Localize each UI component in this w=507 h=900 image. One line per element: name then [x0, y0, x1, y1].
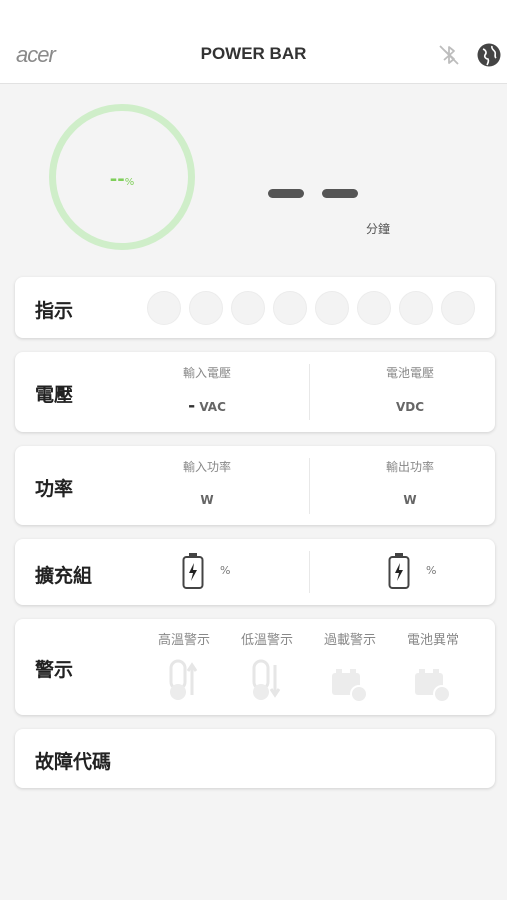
divider — [309, 551, 310, 593]
fault-code-card[interactable]: 故障代碼 — [15, 729, 495, 788]
fault-code-label: 故障代碼 — [35, 751, 112, 773]
expansion-card: 擴充組 % % — [15, 539, 495, 605]
input-voltage-unit: VAC — [199, 400, 226, 414]
voltage-label: 電壓 — [35, 384, 74, 406]
battery-voltage-label: 電池電壓 — [385, 366, 434, 380]
battery-pack-2-icon — [388, 553, 410, 589]
battery-pack-1-percent-unit: % — [220, 564, 231, 577]
remaining-time-unit: 分鐘 — [366, 222, 391, 236]
battery-fault-icon — [415, 669, 451, 703]
alarm-high-temp-label: 高溫警示 — [157, 633, 210, 648]
app-header: acer POWER BAR — [0, 0, 507, 84]
indicator-icon — [315, 291, 349, 325]
high-temp-icon — [169, 659, 198, 700]
input-power-unit: W — [200, 493, 214, 507]
divider — [309, 364, 310, 420]
indicator-icon — [273, 291, 307, 325]
globe-icon[interactable] — [476, 42, 502, 68]
warning-card: 警示 高溫警示 低溫警示 過載警示 電池異常 — [15, 619, 495, 715]
indicator-label: 指示 — [35, 300, 74, 322]
input-voltage-label: 輸入電壓 — [182, 366, 231, 380]
indicator-icon — [189, 291, 223, 325]
indicator-card: 指示 — [15, 277, 495, 338]
alarm-low-temp-label: 低溫警示 — [240, 633, 293, 648]
indicator-icon — [231, 291, 265, 325]
battery-percent: --% — [56, 169, 188, 190]
battery-percent-value: -- — [109, 169, 125, 190]
warning-label: 警示 — [35, 659, 74, 681]
input-voltage-number: - — [188, 396, 196, 416]
bluetooth-off-icon[interactable] — [436, 42, 462, 68]
time-dash — [268, 189, 304, 198]
low-temp-icon — [252, 659, 281, 700]
indicator-icon — [399, 291, 433, 325]
indicator-icon — [147, 291, 181, 325]
output-power-label: 輸出功率 — [385, 460, 434, 474]
power-card: 功率 輸入功率 W 輸出功率 W — [15, 446, 495, 525]
battery-voltage-unit: VDC — [395, 400, 425, 414]
divider — [309, 458, 310, 514]
remaining-time-value — [268, 189, 358, 201]
battery-gauge: --% — [49, 104, 195, 250]
voltage-card: 電壓 輸入電壓 - VAC 電池電壓 VDC — [15, 352, 495, 432]
input-power-label: 輸入功率 — [182, 460, 231, 474]
expansion-label: 擴充組 — [35, 565, 93, 587]
overload-icon — [332, 669, 368, 703]
alarm-overload-label: 過載警示 — [323, 633, 376, 648]
indicator-icon — [357, 291, 391, 325]
battery-pack-2-percent-unit: % — [426, 564, 437, 577]
page-title: POWER BAR — [200, 44, 307, 63]
time-dash — [322, 189, 358, 198]
indicator-icons — [147, 291, 477, 325]
alarm-battery-fault-label: 電池異常 — [406, 633, 459, 648]
battery-pack-1-icon — [182, 553, 204, 589]
indicator-icon — [441, 291, 475, 325]
input-voltage-value: - VAC — [147, 396, 267, 416]
battery-percent-unit: % — [124, 177, 135, 188]
power-label: 功率 — [35, 478, 74, 500]
output-power-unit: W — [403, 493, 417, 507]
